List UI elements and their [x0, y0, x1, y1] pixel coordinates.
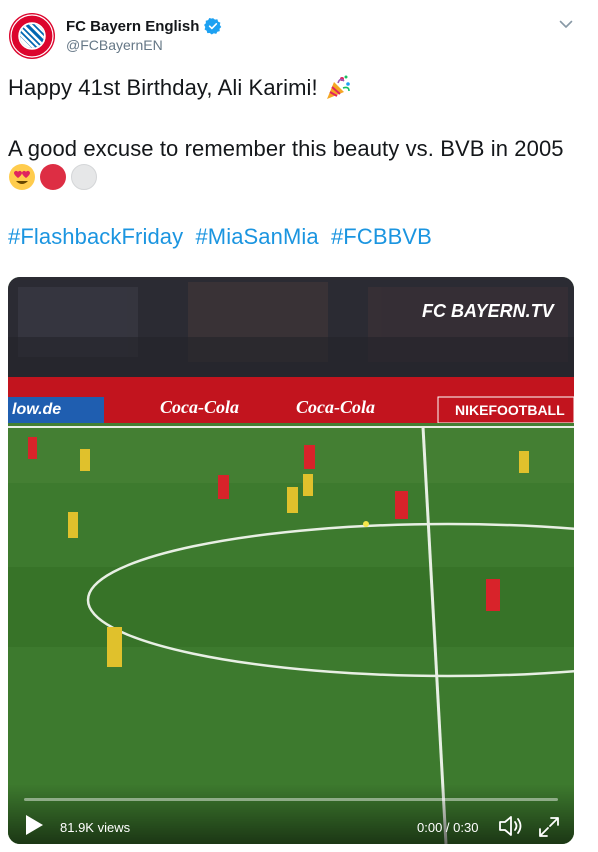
verified-badge-icon	[204, 17, 222, 35]
volume-icon[interactable]	[498, 814, 524, 838]
view-count: 81.9K views	[60, 820, 131, 835]
chevron-down-icon[interactable]	[558, 16, 574, 32]
hashtag-link[interactable]: #MiaSanMia	[195, 224, 318, 249]
hashtag-link[interactable]: #FCBBVB	[331, 224, 432, 249]
tweet-text-line2: A good excuse to remember this beauty vs…	[8, 136, 564, 161]
play-icon[interactable]	[24, 814, 44, 836]
hashtag-link[interactable]: #FlashbackFriday	[8, 224, 183, 249]
ad-board: Coca-Cola	[296, 397, 375, 417]
party-popper-emoji	[326, 75, 350, 99]
watermark: FC BAYERN.TV	[422, 301, 554, 321]
heart-eyes-emoji	[9, 164, 35, 190]
white-circle-emoji	[71, 164, 97, 190]
avatar[interactable]	[8, 12, 56, 60]
tweet-text-line1: Happy 41st Birthday, Ali Karimi!	[8, 74, 352, 102]
time-display: 0:00 / 0:30	[417, 820, 479, 835]
ad-board: low.de	[12, 401, 62, 418]
tweet-card: FC Bayern English @FCBayernEN Happy 41st…	[0, 0, 598, 852]
progress-bar[interactable]	[24, 798, 558, 801]
tweet-line1-text: Happy 41st Birthday, Ali Karimi!	[8, 75, 318, 100]
author-handle[interactable]: @FCBayernEN	[66, 37, 222, 53]
fc-bayern-logo	[9, 13, 55, 59]
red-circle-emoji	[40, 164, 66, 190]
video-controls: 81.9K views 0:00 / 0:30	[8, 784, 574, 844]
video-frame	[8, 277, 574, 844]
hashtags: #FlashbackFriday #MiaSanMia #FCBBVB	[8, 224, 438, 250]
video-player[interactable]: FC BAYERN.TV Coca-Cola Coca-Cola NIKEFOO…	[8, 277, 574, 844]
author-info: FC Bayern English @FCBayernEN	[66, 16, 222, 53]
fullscreen-icon[interactable]	[538, 816, 560, 838]
ad-board: Coca-Cola	[160, 397, 239, 417]
author-name[interactable]: FC Bayern English	[66, 18, 199, 35]
ad-board: NIKEFOOTBALL	[455, 402, 565, 418]
emoji-row	[8, 163, 98, 191]
